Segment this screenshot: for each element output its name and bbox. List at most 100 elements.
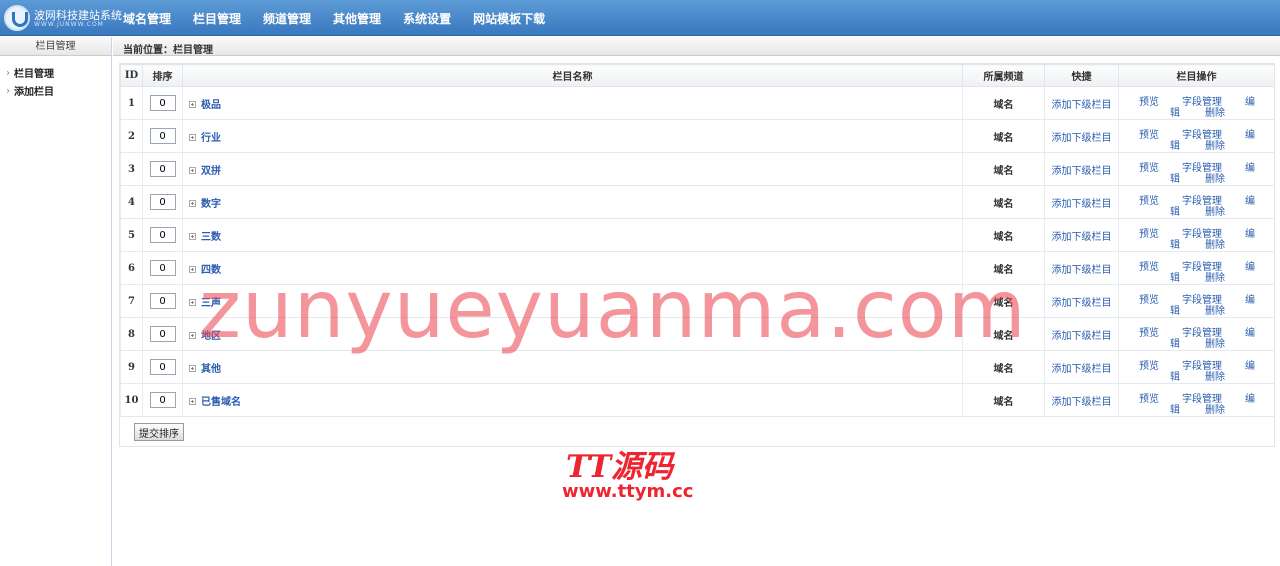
category-name-link[interactable]: 四数 [201, 265, 221, 276]
sort-input[interactable] [149, 95, 176, 111]
edit-link-part1[interactable]: 编 [1245, 159, 1255, 174]
delete-link[interactable]: 删除 [1205, 368, 1225, 383]
preview-link[interactable]: 预览 [1139, 324, 1159, 339]
edit-link-part2[interactable]: 辑 [1170, 302, 1180, 317]
row-ops-cell: 预览 字段管理编辑删除 [1118, 218, 1275, 252]
sort-input[interactable] [149, 326, 176, 342]
category-name-link[interactable]: 三声 [201, 298, 221, 309]
edit-link-part2[interactable]: 辑 [1170, 170, 1180, 185]
tree-expand-icon[interactable] [189, 331, 196, 339]
nav-domain-manage[interactable]: 域名管理 [112, 0, 182, 36]
category-name-link[interactable]: 极品 [201, 100, 221, 111]
edit-link-part1[interactable]: 编 [1245, 258, 1255, 273]
tree-expand-icon[interactable] [189, 100, 196, 108]
row-ops-cell: 预览 字段管理编辑删除 [1118, 383, 1275, 417]
add-subcolumn-link[interactable]: 添加下级栏目 [1052, 364, 1112, 375]
category-name-link[interactable]: 双拼 [201, 166, 221, 177]
sort-input[interactable] [149, 161, 176, 177]
sort-input[interactable] [149, 392, 176, 408]
nav-other-manage[interactable]: 其他管理 [322, 0, 392, 36]
edit-link-part2[interactable]: 辑 [1170, 401, 1180, 416]
sort-input[interactable] [149, 194, 176, 210]
submit-sort-button[interactable]: 提交排序 [134, 423, 184, 441]
nav-system-settings[interactable]: 系统设置 [392, 0, 462, 36]
add-subcolumn-link[interactable]: 添加下级栏目 [1052, 331, 1112, 342]
category-name-link[interactable]: 三数 [201, 232, 221, 243]
edit-link-part2[interactable]: 辑 [1170, 269, 1180, 284]
delete-link[interactable]: 删除 [1205, 236, 1225, 251]
sidebar: 栏目管理 栏目管理 添加栏目 [0, 37, 112, 566]
add-subcolumn-link[interactable]: 添加下级栏目 [1052, 397, 1112, 408]
add-subcolumn-link[interactable]: 添加下级栏目 [1052, 199, 1112, 210]
row-sort-cell [142, 86, 183, 120]
tree-expand-icon[interactable] [189, 166, 196, 174]
edit-link-part2[interactable]: 辑 [1170, 236, 1180, 251]
delete-link[interactable]: 删除 [1205, 335, 1225, 350]
column-list-panel: ID 排序 栏目名称 所属频道 快捷 栏目操作 1极品域名添加下级栏目预览字段管… [119, 63, 1275, 447]
edit-link-part2[interactable]: 辑 [1170, 137, 1180, 152]
nav-template-download[interactable]: 网站模板下载 [462, 0, 556, 36]
sort-input[interactable] [149, 128, 176, 144]
edit-link-part1[interactable]: 编 [1245, 126, 1255, 141]
add-subcolumn-link[interactable]: 添加下级栏目 [1052, 166, 1112, 177]
nav-channel-manage[interactable]: 频道管理 [252, 0, 322, 36]
preview-link[interactable]: 预览 [1139, 390, 1159, 405]
edit-link-part1[interactable]: 编 [1245, 225, 1255, 240]
sort-input[interactable] [149, 293, 176, 309]
delete-link[interactable]: 删除 [1205, 137, 1225, 152]
preview-link[interactable]: 预览 [1139, 126, 1159, 141]
edit-link-part1[interactable]: 编 [1245, 324, 1255, 339]
edit-link-part1[interactable]: 编 [1245, 357, 1255, 372]
delete-link[interactable]: 删除 [1205, 203, 1225, 218]
row-name-cell: 三数 [182, 218, 963, 252]
delete-link[interactable]: 删除 [1205, 170, 1225, 185]
edit-link-part1[interactable]: 编 [1245, 390, 1255, 405]
preview-link[interactable]: 预览 [1139, 192, 1159, 207]
tree-expand-icon[interactable] [189, 199, 196, 207]
edit-link-part2[interactable]: 辑 [1170, 368, 1180, 383]
tree-expand-icon[interactable] [189, 364, 196, 372]
preview-link[interactable]: 预览 [1139, 291, 1159, 306]
preview-link[interactable]: 预览 [1139, 93, 1159, 108]
category-name-link[interactable]: 其他 [201, 364, 221, 375]
edit-link-part2[interactable]: 辑 [1170, 104, 1180, 119]
delete-link[interactable]: 删除 [1205, 401, 1225, 416]
add-subcolumn-link[interactable]: 添加下级栏目 [1052, 133, 1112, 144]
row-name-cell: 其他 [182, 350, 963, 384]
delete-link[interactable]: 删除 [1205, 104, 1225, 119]
sort-input[interactable] [149, 227, 176, 243]
edit-link-part2[interactable]: 辑 [1170, 203, 1180, 218]
edit-link-part1[interactable]: 编 [1245, 192, 1255, 207]
tree-expand-icon[interactable] [189, 133, 196, 141]
row-id: 2 [120, 119, 143, 153]
delete-link[interactable]: 删除 [1205, 302, 1225, 317]
delete-link[interactable]: 删除 [1205, 269, 1225, 284]
add-subcolumn-link[interactable]: 添加下级栏目 [1052, 298, 1112, 309]
nav-column-manage[interactable]: 栏目管理 [182, 0, 252, 36]
sort-input[interactable] [149, 359, 176, 375]
row-ops-cell: 预览 字段管理编辑删除 [1118, 152, 1275, 186]
watermark-logo-url: www.ttym.cc [562, 481, 694, 502]
tree-expand-icon[interactable] [189, 397, 196, 405]
app-logo[interactable]: 波网科技建站系统 WWW.JUNWW.COM [4, 5, 122, 33]
edit-link-part1[interactable]: 编 [1245, 93, 1255, 108]
tree-expand-icon[interactable] [189, 265, 196, 273]
tree-expand-icon[interactable] [189, 298, 196, 306]
preview-link[interactable]: 预览 [1139, 258, 1159, 273]
category-name-link[interactable]: 行业 [201, 133, 221, 144]
category-name-link[interactable]: 地区 [201, 331, 221, 342]
category-name-link[interactable]: 数字 [201, 199, 221, 210]
edit-link-part1[interactable]: 编 [1245, 291, 1255, 306]
tree-expand-icon[interactable] [189, 232, 196, 240]
preview-link[interactable]: 预览 [1139, 159, 1159, 174]
sidebar-item-add-column[interactable]: 添加栏目 [0, 83, 111, 102]
sort-input[interactable] [149, 260, 176, 276]
add-subcolumn-link[interactable]: 添加下级栏目 [1052, 100, 1112, 111]
edit-link-part2[interactable]: 辑 [1170, 335, 1180, 350]
preview-link[interactable]: 预览 [1139, 357, 1159, 372]
category-name-link[interactable]: 已售域名 [201, 397, 241, 408]
sidebar-item-column-manage[interactable]: 栏目管理 [0, 65, 111, 84]
preview-link[interactable]: 预览 [1139, 225, 1159, 240]
add-subcolumn-link[interactable]: 添加下级栏目 [1052, 232, 1112, 243]
add-subcolumn-link[interactable]: 添加下级栏目 [1052, 265, 1112, 276]
